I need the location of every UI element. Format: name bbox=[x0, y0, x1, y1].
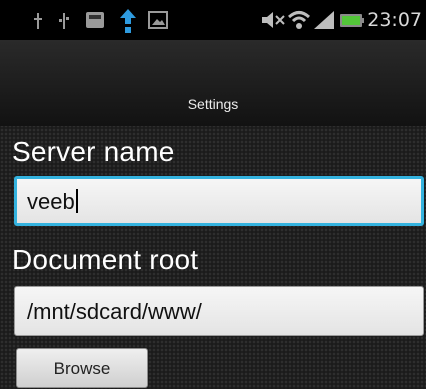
sd-card-icon bbox=[86, 12, 104, 28]
battery-icon bbox=[340, 14, 364, 27]
server-name-label: Server name bbox=[12, 136, 175, 167]
mute-icon bbox=[262, 12, 285, 28]
text-cursor bbox=[75, 189, 78, 213]
status-clock: 23:07 bbox=[367, 9, 422, 31]
server-name-input[interactable]: veeb bbox=[14, 176, 424, 226]
page-title: Settings bbox=[187, 96, 239, 112]
image-icon bbox=[148, 11, 168, 29]
usb-icon bbox=[59, 13, 69, 29]
document-root-value: /mnt/sdcard/www/ bbox=[27, 299, 202, 324]
server-name-value: veeb bbox=[27, 189, 75, 214]
document-root-input[interactable]: /mnt/sdcard/www/ bbox=[14, 286, 424, 336]
browse-button[interactable]: Browse bbox=[16, 348, 148, 388]
sync-icon bbox=[120, 9, 136, 33]
status-bar: 23:07 bbox=[0, 0, 426, 40]
document-root-label: Document root bbox=[12, 244, 199, 275]
usb-debug-icon bbox=[34, 13, 42, 29]
title-bar: Settings bbox=[0, 40, 426, 126]
wifi-icon bbox=[288, 11, 310, 29]
signal-icon bbox=[314, 11, 334, 29]
